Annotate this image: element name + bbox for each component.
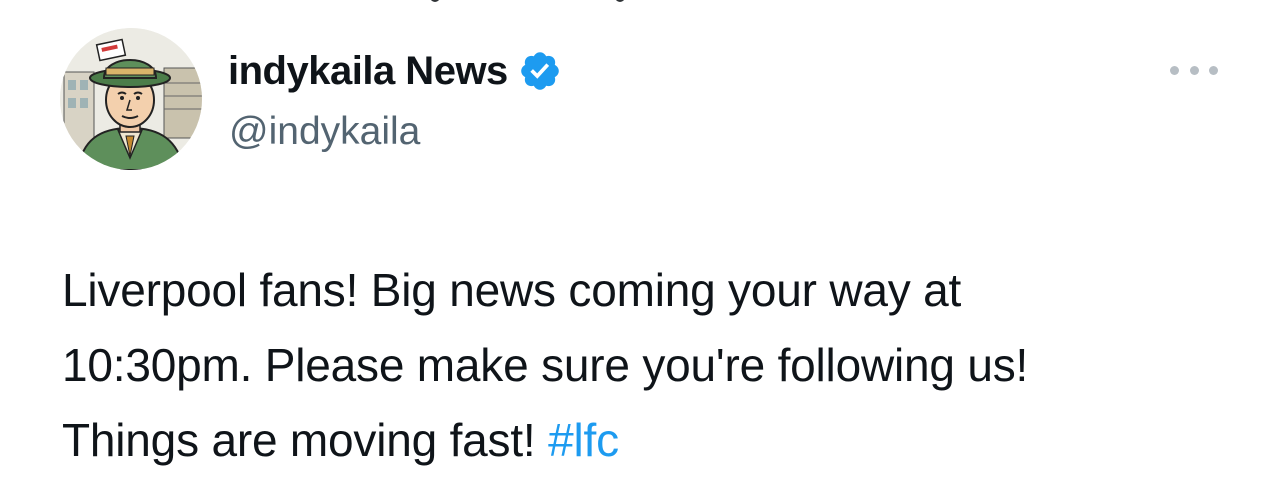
more-options-button[interactable] — [1170, 56, 1218, 84]
display-name[interactable]: indykaila News — [228, 49, 508, 94]
more-options-icon — [1170, 65, 1179, 75]
cropped-previous-text — [420, 0, 640, 6]
tweet-card: indykaila News @indykaila Liverpool fans… — [0, 0, 1280, 487]
more-options-icon — [1189, 65, 1199, 75]
verified-badge-icon — [518, 49, 562, 93]
hashtag-link[interactable]: #lfc — [548, 414, 619, 466]
avatar-illustration-icon — [60, 28, 202, 170]
author-name-row[interactable]: indykaila News — [228, 46, 562, 96]
avatar[interactable] — [60, 28, 202, 170]
tweet-body: Liverpool fans! Big news coming your way… — [62, 253, 1242, 478]
author-handle[interactable]: @indykaila — [229, 110, 420, 154]
tweet-text-line: 10:30pm. Please make sure you're followi… — [62, 339, 1029, 391]
more-options-icon — [1209, 65, 1218, 75]
tweet-text-segment: Things are moving fast! — [62, 414, 549, 466]
tweet-text-line: Things are moving fast! #lfc — [62, 403, 1242, 478]
tweet-text-line: Liverpool fans! Big news coming your way… — [62, 264, 962, 316]
